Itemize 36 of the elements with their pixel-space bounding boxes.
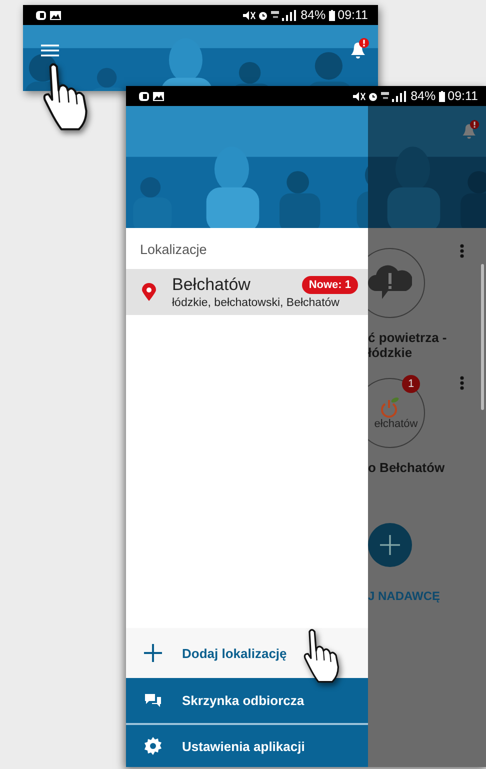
logo-text: ełchatów bbox=[374, 418, 418, 430]
battery-percent: 84% bbox=[300, 8, 326, 22]
clock: 09:11 bbox=[448, 89, 478, 103]
signal-icons bbox=[242, 10, 298, 20]
drawer-menu-item[interactable]: Skrzynka odbiorcza bbox=[126, 678, 368, 725]
signal-icons bbox=[352, 90, 408, 102]
more-options-icon bbox=[460, 244, 464, 258]
battery-percent: 84% bbox=[410, 89, 436, 103]
notification-bell-icon bbox=[460, 120, 480, 140]
menu-icon bbox=[41, 44, 59, 57]
drawer-menu-item[interactable]: Ustawienia aplikacji bbox=[126, 725, 368, 767]
more-options-icon bbox=[460, 376, 464, 390]
card-title: łódzkie bbox=[368, 345, 412, 360]
clock: 09:11 bbox=[338, 8, 368, 22]
menu-button[interactable] bbox=[39, 42, 61, 59]
location-item[interactable]: Bełchatów Nowe: 1 łódzkie, bełchatowski, Bełchatów bbox=[126, 269, 368, 315]
settings-icon bbox=[144, 737, 162, 755]
card-title: ć powietrza - bbox=[368, 330, 447, 345]
plus-icon bbox=[380, 535, 400, 555]
battery-icon bbox=[438, 90, 445, 102]
pointing-hand-icon bbox=[42, 62, 90, 132]
location-region: łódzkie, bełchatowski, Bełchatów bbox=[172, 297, 340, 309]
count-badge: 1 bbox=[402, 375, 420, 393]
pointing-hand-icon bbox=[302, 628, 342, 684]
chat-bubbles-icon bbox=[144, 692, 162, 710]
plus-icon bbox=[144, 644, 162, 662]
location-name: Bełchatów bbox=[172, 275, 250, 295]
power-leaf-icon bbox=[379, 396, 401, 418]
battery-icon bbox=[328, 10, 335, 20]
add-sender-label: J NADAWCĘ bbox=[368, 589, 440, 603]
notification-bell-icon[interactable] bbox=[348, 38, 370, 60]
drawer-menu-item[interactable]: Dodaj lokalizację bbox=[126, 628, 368, 678]
location-pin-icon bbox=[142, 283, 156, 301]
section-title: Lokalizacje bbox=[139, 241, 208, 259]
new-count-badge: Nowe: 1 bbox=[302, 276, 358, 294]
card-title: o Bełchatów bbox=[368, 460, 445, 475]
